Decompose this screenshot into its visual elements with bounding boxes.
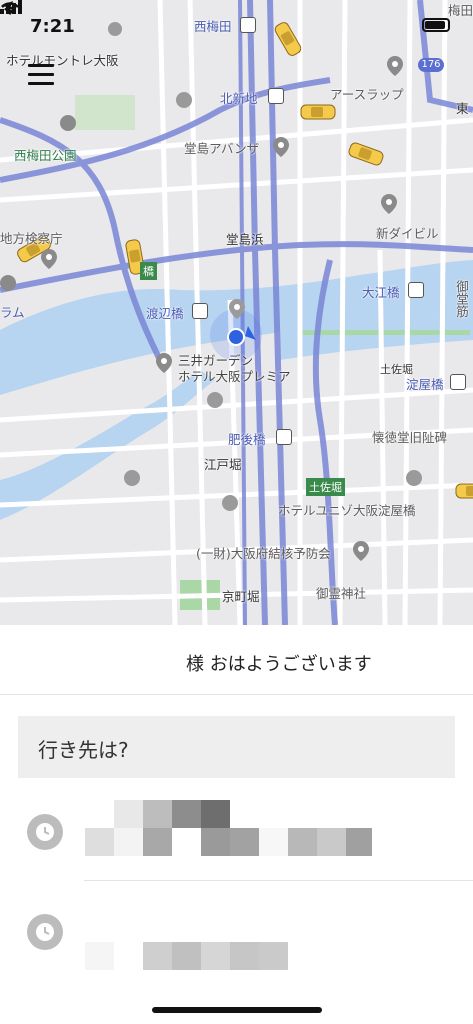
map-label: 堂島浜: [226, 232, 264, 247]
recent-destination-item[interactable]: [0, 900, 473, 990]
home-indicator[interactable]: [152, 1007, 322, 1013]
map-view[interactable]: 176 西梅田 ホテルモントレ大阪 北新地 アースラップ 西梅田公園 堂島アバン…: [0, 0, 473, 625]
recent-destination-item[interactable]: [0, 790, 473, 880]
station-icon: [450, 374, 466, 390]
map-label: 肥後橋: [228, 432, 266, 447]
place-pin-icon: [273, 137, 289, 157]
map-label: 淀屋橋: [406, 377, 444, 392]
place-pin-icon: [381, 194, 397, 214]
poi-icon: [406, 470, 422, 486]
search-placeholder: 行き先は?: [38, 738, 129, 762]
map-label: ホテルユニゾ大阪淀屋橋: [278, 503, 416, 518]
map-label: 西梅田公園: [14, 148, 77, 163]
route-shield: 176: [418, 58, 444, 72]
map-label: 地方検察庁: [0, 231, 63, 246]
map-label: アースラップ: [330, 87, 404, 102]
map-label: 御霊神社: [316, 586, 367, 601]
destination-search-box[interactable]: 行き先は?: [18, 716, 455, 778]
station-icon: [408, 282, 424, 298]
status-bar: 7:21: [0, 0, 473, 50]
menu-icon[interactable]: [28, 64, 54, 86]
map-label: 京町堀: [222, 589, 260, 604]
poi-icon: [0, 275, 16, 291]
map-label: 橋: [140, 262, 157, 280]
map-label: 懐徳堂旧阯碑: [372, 430, 448, 445]
taxi-icon: [300, 104, 336, 120]
place-pin-icon: [229, 299, 245, 319]
divider: [84, 880, 473, 881]
station-icon: [276, 429, 292, 445]
map-label: ホテル大阪プレミア: [178, 369, 291, 384]
map-label: 土佐堀: [306, 478, 345, 496]
map-label: 江戸堀: [204, 457, 242, 472]
map-label: 渡辺橋: [146, 306, 184, 321]
map-label: 新ダイビル: [376, 226, 439, 241]
station-icon: [268, 88, 284, 104]
place-pin-icon: [353, 541, 369, 561]
map-label: 堂島アバンザ: [184, 141, 260, 156]
poi-icon: [60, 115, 76, 131]
map-label: ラム: [0, 305, 25, 320]
map-label: 御堂筋: [454, 280, 469, 318]
map-label: ホテルモントレ大阪: [6, 53, 119, 68]
poi-icon: [124, 470, 140, 486]
station-icon: [192, 303, 208, 319]
map-label: 北新地: [220, 91, 258, 106]
place-pin-icon: [387, 56, 403, 76]
battery-icon: [422, 18, 450, 32]
clock-icon: [27, 914, 63, 950]
status-time: 7:21: [30, 16, 75, 37]
map-label: 大江橋: [362, 285, 400, 300]
place-pin-icon: [41, 249, 57, 269]
map-label: (一財)大阪府結核予防会: [196, 546, 331, 561]
place-pin-icon: [156, 353, 172, 373]
poi-icon: [207, 392, 223, 408]
taxi-icon: [455, 483, 473, 499]
wifi-icon: [1, 2, 19, 15]
clock-icon: [27, 814, 63, 850]
map-label: 東: [456, 101, 469, 116]
greeting-text: 様 おはようございます: [186, 654, 372, 675]
divider: [0, 694, 473, 695]
poi-icon: [176, 92, 192, 108]
post-office-icon: [222, 495, 238, 511]
